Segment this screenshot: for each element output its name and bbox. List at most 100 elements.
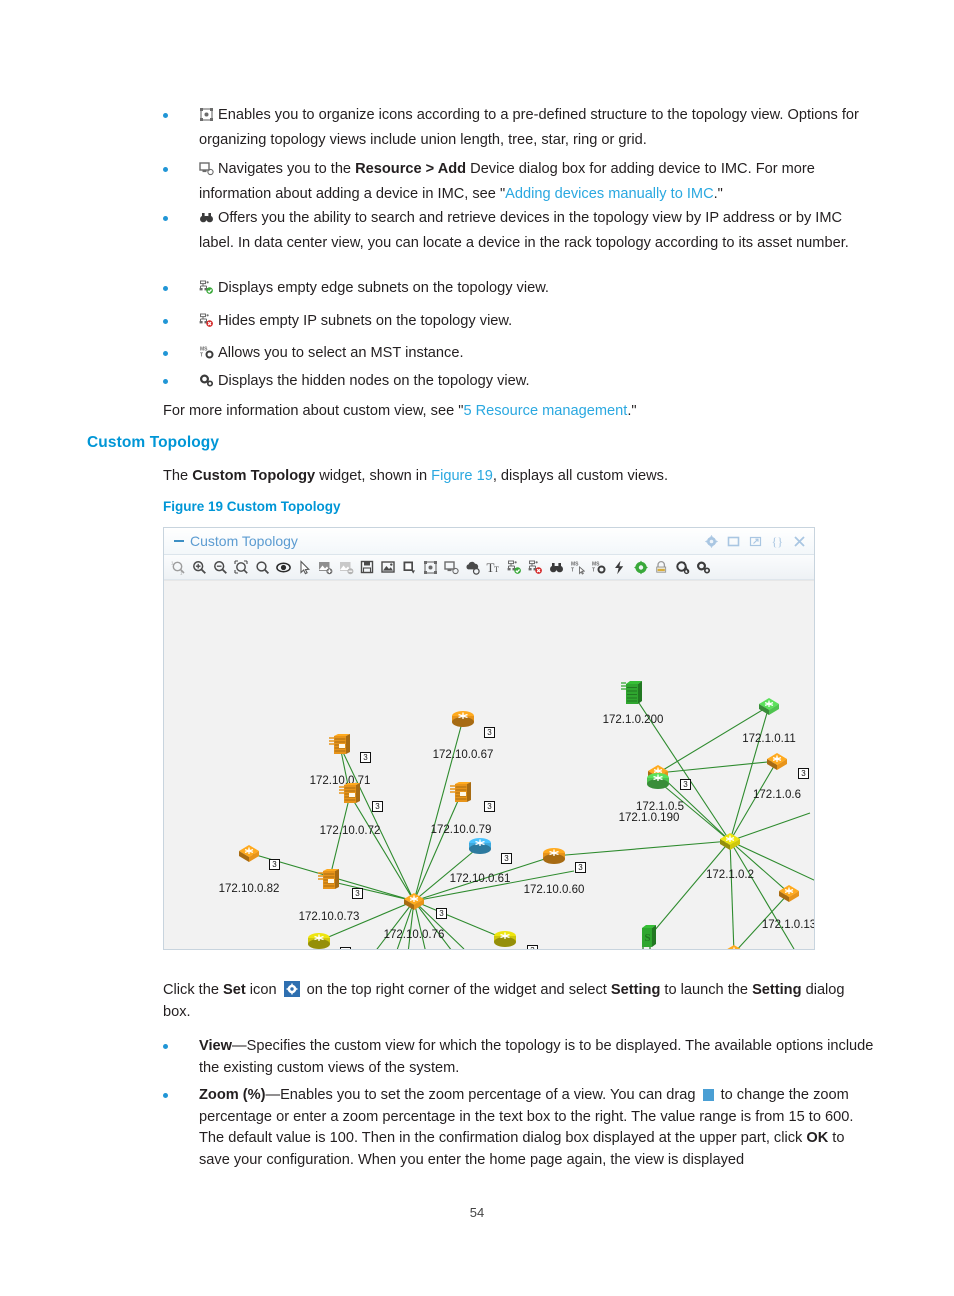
- topology-node[interactable]: [305, 931, 333, 949]
- resource-management-link[interactable]: 5 Resource management: [463, 403, 627, 419]
- bullet-item: Displays the hidden nodes on the topolog…: [163, 371, 875, 396]
- mst-select-icon[interactable]: MS T: [567, 557, 588, 578]
- topology-node[interactable]: [448, 781, 474, 807]
- hide-empty-subnets-icon[interactable]: [525, 557, 546, 578]
- topology-node[interactable]: [491, 929, 519, 949]
- emphasis-text: Zoom (%): [199, 1087, 266, 1103]
- bullet-text: View—Specifies the custom view for which…: [199, 1036, 875, 1079]
- text-run: —Enables you to set the zoom percentage …: [265, 1087, 700, 1103]
- topology-node[interactable]: [719, 942, 749, 949]
- organize-icons-icon: [199, 107, 214, 130]
- bullet-dot: [163, 379, 168, 384]
- text-run: Hides empty IP subnets on the topology v…: [218, 313, 513, 329]
- text-run: on the top right corner of the widget an…: [302, 982, 611, 998]
- topology-link-count-badge: 3: [680, 779, 691, 790]
- topology-node[interactable]: [620, 680, 646, 708]
- topology-node[interactable]: [774, 882, 804, 904]
- refresh-topology-icon[interactable]: [672, 557, 693, 578]
- text-run: , displays all custom views.: [492, 468, 669, 484]
- collapse-icon[interactable]: [174, 540, 184, 542]
- mst-instance-icon: MS T: [199, 345, 214, 368]
- topology-node-label: 172.1.0.6: [753, 789, 801, 801]
- custom-topology-widget: Custom Topology {} 1 1 T T MS T MS T 172.10.0.7…: [163, 527, 815, 950]
- topology-link-count-badge: 3: [269, 859, 280, 870]
- hide-empty-subnets-icon: [199, 313, 214, 336]
- emphasis-text: Setting: [610, 982, 661, 998]
- open-new-window-icon[interactable]: [749, 535, 762, 548]
- widget-title-buttons: {}: [705, 534, 806, 548]
- add-cloud-icon[interactable]: [462, 557, 483, 578]
- topology-link-count-badge: 3: [372, 801, 383, 812]
- close-icon[interactable]: [793, 535, 806, 548]
- zoom-fit-icon[interactable]: [231, 557, 252, 578]
- text-run: —Specifies the custom view for which the…: [199, 1038, 874, 1076]
- topology-node[interactable]: [540, 846, 568, 866]
- topology-node[interactable]: [337, 782, 363, 808]
- figure-19-link[interactable]: Figure 19: [431, 468, 493, 484]
- mst-instance-icon[interactable]: MS T: [588, 557, 609, 578]
- text-run: icon: [245, 982, 281, 998]
- bullet-item: Displays empty edge subnets on the topol…: [163, 278, 875, 303]
- zoom-out-icon[interactable]: [210, 557, 231, 578]
- emphasis-text: View: [199, 1038, 232, 1054]
- bullet-item: MS T Allows you to select an MST instance.: [163, 343, 875, 368]
- maximize-icon[interactable]: [727, 535, 740, 548]
- setting-intro: Click the Set icon on the top right corn…: [163, 980, 875, 1023]
- bullet-item: Offers you the ability to search and ret…: [163, 208, 875, 254]
- hidden-nodes-icon[interactable]: [693, 557, 714, 578]
- bullet-dot: [163, 113, 168, 118]
- zoom-reset-icon[interactable]: 11: [168, 557, 189, 578]
- export-image-icon[interactable]: [378, 557, 399, 578]
- text-run: Enables you to organize icons according …: [199, 107, 859, 148]
- layer-icon[interactable]: [399, 557, 420, 578]
- organize-icons-icon[interactable]: [420, 557, 441, 578]
- topology-node[interactable]: [449, 709, 477, 729]
- text-run: widget, shown in: [315, 468, 432, 484]
- topology-canvas[interactable]: 172.10.0.71 3 172.10.0.67 3 172.10.0.72 3 172.…: [164, 580, 814, 949]
- add-text-icon[interactable]: TT: [483, 557, 504, 578]
- topology-node[interactable]: [715, 830, 745, 852]
- show-empty-subnets-icon[interactable]: [504, 557, 525, 578]
- topology-node-label: 172.10.0.79: [430, 824, 492, 836]
- add-device-icon[interactable]: [441, 557, 462, 578]
- refresh-icon[interactable]: {}: [771, 535, 784, 548]
- select-pointer-icon[interactable]: [294, 557, 315, 578]
- view-icon[interactable]: [273, 557, 294, 578]
- topology-node[interactable]: [327, 733, 353, 759]
- topology-node[interactable]: [399, 890, 429, 912]
- add-background-icon[interactable]: [315, 557, 336, 578]
- zoom-slider-handle[interactable]: [702, 1089, 714, 1101]
- gear-icon[interactable]: [705, 534, 718, 548]
- topology-node[interactable]: S: [638, 924, 660, 949]
- hidden-nodes-icon: [199, 373, 214, 396]
- cross-reference-link[interactable]: Adding devices manually to IMC: [505, 186, 713, 202]
- topology-link-count-badge: 3: [575, 862, 586, 873]
- save-icon[interactable]: [357, 557, 378, 578]
- bullet-text: Zoom (%)—Enables you to set the zoom per…: [199, 1085, 875, 1171]
- zoom-area-icon[interactable]: [252, 557, 273, 578]
- bullet-dot: [163, 319, 168, 324]
- text-run: For more information about custom view, …: [163, 403, 464, 419]
- topology-node[interactable]: [754, 695, 784, 717]
- text-run: Displays the hidden nodes on the topolog…: [218, 373, 530, 389]
- figure-caption: Figure 19 Custom Topology: [163, 499, 341, 514]
- binoculars-search-icon[interactable]: [546, 557, 567, 578]
- topology-link-count-badge: 3: [360, 752, 371, 763]
- lock-icon[interactable]: [651, 557, 672, 578]
- alarm-icon[interactable]: [609, 557, 630, 578]
- topology-node[interactable]: [644, 771, 672, 791]
- bullet-text: Hides empty IP subnets on the topology v…: [199, 311, 512, 336]
- text-run: Displays empty edge subnets on the topol…: [218, 280, 549, 296]
- custom-view-note: For more information about custom view, …: [163, 401, 873, 423]
- remove-background-icon[interactable]: [336, 557, 357, 578]
- topology-node[interactable]: [234, 842, 264, 864]
- settings-gear-icon[interactable]: [630, 557, 651, 578]
- zoom-in-icon[interactable]: [189, 557, 210, 578]
- page-number: 54: [469, 1205, 485, 1220]
- text-run: Navigates you to the: [218, 161, 356, 177]
- topology-node[interactable]: [762, 750, 792, 772]
- bullet-text: Navigates you to the Resource > Add Devi…: [199, 159, 875, 205]
- topology-node-label: 172.1.0.13: [761, 919, 814, 931]
- topology-node[interactable]: [316, 868, 342, 894]
- topology-node[interactable]: [466, 836, 494, 856]
